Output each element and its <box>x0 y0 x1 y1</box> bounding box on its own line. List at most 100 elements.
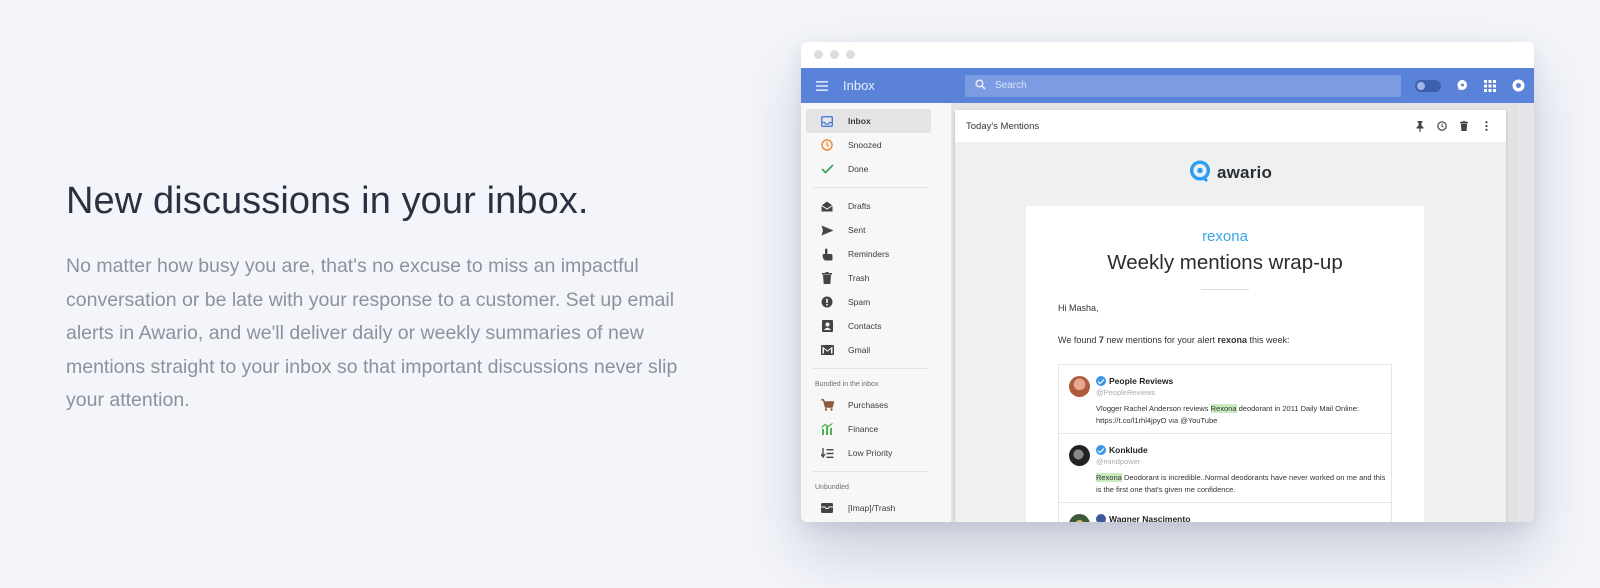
sidebar-item-trash[interactable]: Trash <box>806 266 931 290</box>
folder-icon <box>820 501 834 515</box>
more-vert-icon[interactable] <box>1480 120 1492 132</box>
email-panel: Today's Mentions awario rexona Weekly me… <box>955 110 1506 522</box>
twitter-icon <box>1096 445 1106 455</box>
window-dot-icon <box>846 50 855 59</box>
sidebar-item-label: Inbox <box>848 116 871 126</box>
mention-handle: @mindpower <box>1096 457 1141 466</box>
sidebar-item-label: Drafts <box>848 201 871 211</box>
sidebar-item-sent[interactable]: Sent <box>806 218 931 242</box>
sidebar-item-done[interactable]: Done <box>806 157 931 181</box>
email-summary: We found 7 new mentions for your alert r… <box>1058 335 1290 345</box>
brand-header: awario <box>955 142 1506 204</box>
search-bar[interactable] <box>965 74 1401 97</box>
sidebar-item-label: Contacts <box>848 321 882 331</box>
sidebar-item-inbox[interactable]: Inbox <box>806 109 931 133</box>
search-icon <box>965 78 995 93</box>
hero-description: No matter how busy you are, that's no ex… <box>66 255 678 411</box>
avatar <box>1069 514 1090 522</box>
mention-author: Konklude <box>1096 445 1148 455</box>
sidebar-item-label: Sent <box>848 225 866 235</box>
mention-author: Wagner Nascimento <box>1096 514 1190 522</box>
sidebar-item-finance[interactable]: Finance <box>806 417 931 441</box>
mention-handle: @PeopleReviews <box>1096 388 1156 397</box>
sidebar-item-spam[interactable]: Spam <box>806 290 931 314</box>
clock-icon <box>820 138 834 152</box>
sidebar-divider <box>813 187 929 188</box>
sidebar-item-gmail[interactable]: Gmail <box>806 338 931 362</box>
email-heading: Weekly mentions wrap-up <box>1107 251 1343 274</box>
brand-name: awario <box>1216 163 1273 182</box>
mention-list: People Reviews @PeopleReviews Vlogger Ra… <box>1058 364 1392 522</box>
search-input[interactable] <box>995 80 1401 91</box>
awario-logo-icon <box>1189 159 1211 187</box>
sidebar-item-drafts[interactable]: Drafts <box>806 194 931 218</box>
low-priority-icon <box>820 446 834 460</box>
mention-item[interactable]: Konklude @mindpower Rexona Deodorant is … <box>1059 434 1391 503</box>
sidebar-item-low-priority[interactable]: Low Priority <box>806 441 931 465</box>
check-icon <box>820 162 834 176</box>
sidebar-item-label: [Imap]/Trash <box>848 503 896 513</box>
trash-icon <box>820 271 834 285</box>
inbox-app-window: Inbox Inbox <box>801 42 1534 522</box>
keyword-highlight: Rexona <box>1210 404 1237 413</box>
cart-icon <box>820 398 834 412</box>
sidebar-section-title: Unbundled <box>815 483 849 491</box>
hamburger-menu-icon[interactable] <box>801 80 843 91</box>
alert-keyword: rexona <box>1217 335 1247 345</box>
sidebar-item-contacts[interactable]: Contacts <box>806 314 931 338</box>
window-dot-icon <box>830 50 839 59</box>
sidebar-item-label: Gmail <box>848 345 871 355</box>
alert-name: rexona <box>1202 228 1248 245</box>
pin-toggle[interactable] <box>1415 79 1441 92</box>
mention-text: Rexona Deodorant is incredible..Normal d… <box>1096 473 1386 494</box>
drafts-icon <box>820 199 834 213</box>
sidebar-item-label: Finance <box>848 424 879 434</box>
account-avatar-icon[interactable] <box>1511 79 1525 93</box>
panel-header: Today's Mentions <box>955 110 1506 142</box>
heading-divider <box>1201 289 1249 290</box>
sidebar: Inbox Snoozed Done Drafts Sent Reminders… <box>801 103 951 522</box>
twitter-icon <box>1096 376 1106 386</box>
window-titlebar <box>801 42 1534 68</box>
contacts-icon <box>820 319 834 333</box>
avatar <box>1069 445 1090 466</box>
email-card: rexona Weekly mentions wrap-up Hi Masha,… <box>1026 206 1424 522</box>
avatar <box>1069 376 1090 397</box>
sidebar-item-label: Snoozed <box>848 140 882 150</box>
mention-item[interactable]: People Reviews @PeopleReviews Vlogger Ra… <box>1059 365 1391 434</box>
sidebar-section-title: Bundled in the inbox <box>815 380 879 388</box>
sidebar-item-reminders[interactable]: Reminders <box>806 242 931 266</box>
panel-title: Today's Mentions <box>966 120 1040 132</box>
send-icon <box>820 223 834 237</box>
gmail-icon <box>820 343 834 357</box>
facebook-icon <box>1096 514 1106 522</box>
scrollbar-track[interactable] <box>1518 103 1534 522</box>
finance-icon <box>820 422 834 436</box>
window-dot-icon <box>814 50 823 59</box>
sidebar-item-label: Purchases <box>848 400 889 410</box>
hand-icon <box>820 247 834 261</box>
sidebar-item-imap-trash[interactable]: [Imap]/Trash <box>806 496 931 520</box>
mention-author: People Reviews <box>1096 376 1173 386</box>
sidebar-item-snoozed[interactable]: Snoozed <box>806 133 931 157</box>
sidebar-divider <box>813 368 929 369</box>
alert-icon <box>820 295 834 309</box>
keyword-highlight: Rexona <box>1096 473 1122 482</box>
app-title: Inbox <box>843 78 875 93</box>
sidebar-divider <box>813 471 929 472</box>
mention-item[interactable]: Wagner Nascimento <box>1059 503 1391 522</box>
sidebar-item-purchases[interactable]: Purchases <box>806 393 931 417</box>
app-bar: Inbox <box>801 68 1534 103</box>
mention-text: Vlogger Rachel Anderson reviews Rexona d… <box>1096 404 1359 425</box>
hero-section: New discussions in your inbox. No matter… <box>66 178 706 418</box>
snooze-clock-icon[interactable] <box>1436 120 1448 132</box>
sidebar-item-label: Reminders <box>848 249 890 259</box>
delete-icon[interactable] <box>1458 120 1470 132</box>
inbox-icon <box>820 114 834 128</box>
pin-icon[interactable] <box>1414 120 1426 132</box>
email-greeting: Hi Masha, <box>1058 303 1099 313</box>
apps-grid-icon[interactable] <box>1483 79 1497 93</box>
sidebar-item-label: Spam <box>848 297 871 307</box>
sidebar-item-label: Low Priority <box>848 448 893 458</box>
assistant-icon[interactable] <box>1455 79 1469 93</box>
